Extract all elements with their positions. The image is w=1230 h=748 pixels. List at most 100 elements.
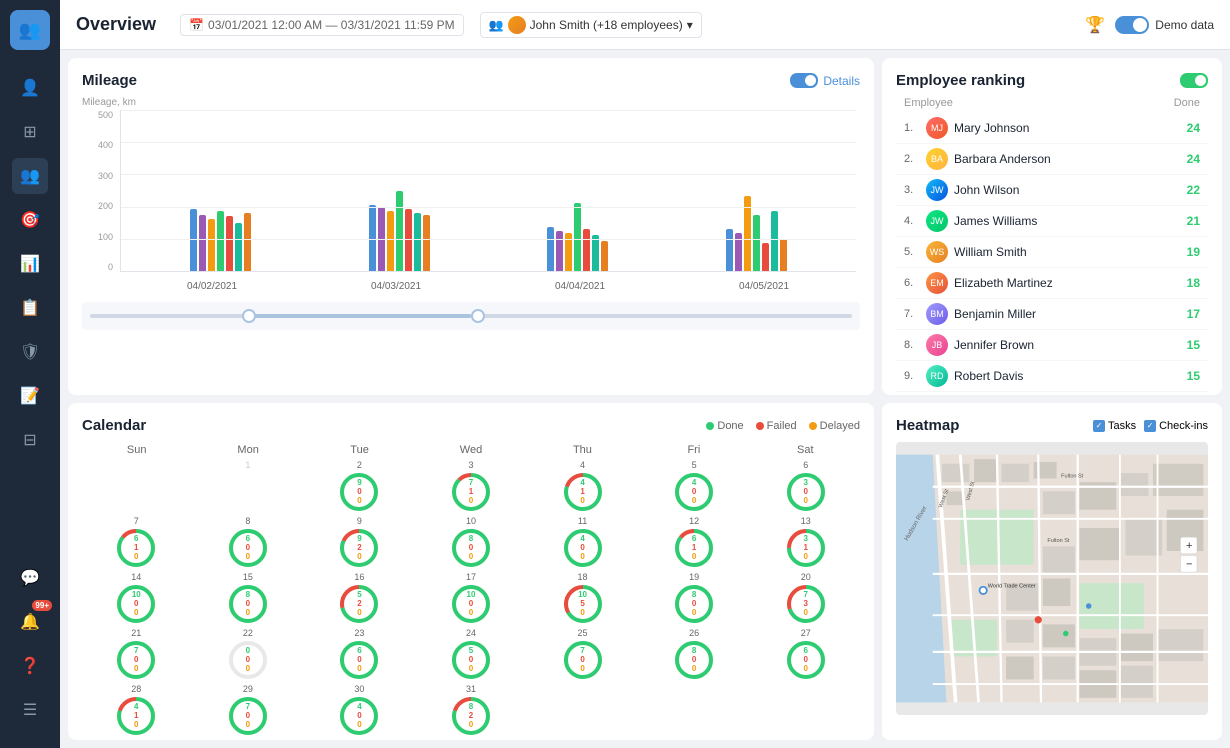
sidebar-item-users[interactable]: 👥 [12,158,48,194]
calendar-cell: 29 7 0 0 [194,684,303,737]
y-tick-500: 500 [98,110,113,120]
cal-header-tue: Tue [305,442,414,458]
legend-failed: Failed [756,420,797,432]
rank-2: 2. [904,153,920,165]
chart-slider[interactable] [82,302,860,330]
sidebar-item-reports[interactable]: 📊 [12,246,48,282]
mileage-card: Mileage Details Mileage, km 500 400 300 … [68,58,874,395]
done-val-8: 15 [1187,338,1200,352]
calendar-cell [751,684,860,737]
user-selector[interactable]: 👥 John Smith (+18 employees) ▾ [480,12,702,38]
cal-header-thu: Thu [528,442,637,458]
calendar-cell: 16 5 2 0 [305,572,414,625]
sidebar-item-notes[interactable]: 📝 [12,378,48,414]
done-val-7: 17 [1187,307,1200,321]
ranking-row-3[interactable]: 3. JW John Wilson 22 [896,175,1208,206]
ranking-row-2[interactable]: 2. BA Barbara Anderson 24 [896,144,1208,175]
sidebar: 👥 👤 ⊞ 👥 🎯 📊 📋 🛡 📝 ⊟ 💬 🔔 99+ ❓ ☰ [0,0,60,748]
legend-done-label: Done [717,420,743,432]
y-tick-300: 300 [98,171,113,181]
ranking-row-7[interactable]: 7. BM Benjamin Miller 17 [896,299,1208,330]
calendar-cell: 18 10 5 0 [528,572,637,625]
ranking-toggle[interactable] [1180,73,1208,88]
bar [547,227,554,271]
bar [378,207,385,271]
calendar-cell: 25 7 0 0 [528,628,637,681]
avatar-1: MJ [926,117,948,139]
y-tick-100: 100 [98,232,113,242]
calendar-cell: 14 10 0 0 [82,572,191,625]
done-val-4: 21 [1187,214,1200,228]
sidebar-item-profile[interactable]: 👤 [12,70,48,106]
calendar-cell: 10 8 0 0 [417,516,526,569]
dashboard-icon: ⊞ [23,122,36,142]
bar [601,241,608,271]
sidebar-item-layers[interactable]: ⊟ [12,422,48,458]
ranking-knob [1195,75,1206,86]
calendar-header: Calendar Done Failed Delayed [82,417,860,434]
ranking-row-9[interactable]: 9. RD Robert Davis 15 [896,361,1208,392]
calendar-cell [528,684,637,737]
legend-done-dot [706,422,714,430]
tasks-checkbox[interactable]: ✓ Tasks [1093,420,1136,432]
calendar-cell: 22 0 0 0 [194,628,303,681]
calendar-cell: 3 7 1 0 [417,460,526,513]
menu-icon: ☰ [23,700,37,720]
help-icon: ❓ [20,656,40,676]
details-knob [805,75,816,86]
calendar-cell: 27 6 0 0 [751,628,860,681]
sidebar-bottom: 💬 🔔 99+ ❓ ☰ [12,560,48,738]
emp-name-4: James Williams [954,214,1181,228]
calendar-grid: Sun Mon Tue Wed Thu Fri Sat [82,442,860,458]
toggle-switch[interactable] [1115,16,1149,34]
slider-handle-left[interactable] [242,309,256,323]
checkins-checkbox[interactable]: ✓ Check-ins [1144,420,1208,432]
date-range-text: 03/01/2021 12:00 AM — 03/31/2021 11:59 P… [208,18,455,32]
legend-failed-dot [756,422,764,430]
ranking-row-8[interactable]: 8. JB Jennifer Brown 15 [896,330,1208,361]
date-range-picker[interactable]: 📅 03/01/2021 12:00 AM — 03/31/2021 11:59… [180,14,464,36]
notifications-icon: 🔔 [20,612,40,632]
done-val-2: 24 [1187,152,1200,166]
sidebar-item-chat[interactable]: 💬 [12,560,48,596]
sidebar-item-shield[interactable]: 🛡 [12,334,48,370]
calendar-cell: 23 6 0 0 [305,628,414,681]
calendar-cell: 4 4 1 0 [528,460,637,513]
col-done: Done [1174,97,1200,109]
sidebar-item-dashboard[interactable]: ⊞ [12,114,48,150]
ranking-row-5[interactable]: 5. WS William Smith 19 [896,237,1208,268]
bar [414,213,421,271]
emp-name-5: William Smith [954,245,1181,259]
notes-icon: 📝 [20,386,40,406]
toggle-knob [1133,18,1147,32]
calendar-cell: 15 8 0 0 [194,572,303,625]
chat-icon: 💬 [20,568,40,588]
calendar-cell: 20 7 3 0 [751,572,860,625]
demo-toggle[interactable]: Demo data [1115,16,1214,34]
ranking-row-10[interactable]: 10. OJ Oliver Jones 14 [896,392,1208,395]
cal-header-fri: Fri [639,442,748,458]
notification-badge: 99+ [32,600,52,611]
ranking-row-4[interactable]: 4. JW James Williams 21 [896,206,1208,237]
bar [771,211,778,271]
ranking-row-6[interactable]: 6. EM Elizabeth Martinez 18 [896,268,1208,299]
bar [405,209,412,271]
tasks-label: Tasks [1108,420,1136,432]
app-logo: 👥 [10,10,50,50]
sidebar-item-menu[interactable]: ☰ [12,692,48,728]
emp-name-8: Jennifer Brown [954,338,1181,352]
avatar-7: BM [926,303,948,325]
calendar-cell: 19 8 0 0 [640,572,749,625]
sidebar-item-notifications[interactable]: 🔔 99+ [12,604,48,640]
details-switch[interactable] [790,73,818,88]
calendar-cell: 31 8 2 0 [417,684,526,737]
slider-handle-right[interactable] [471,309,485,323]
sidebar-item-help[interactable]: ❓ [12,648,48,684]
sidebar-item-targets[interactable]: 🎯 [12,202,48,238]
employee-ranking-card: Employee ranking Employee Done 1. MJ Mar… [882,58,1222,395]
calendar-title: Calendar [82,417,146,434]
sidebar-item-clipboard[interactable]: 📋 [12,290,48,326]
details-toggle[interactable]: Details [790,73,860,88]
calendar-cell: 21 7 0 0 [82,628,191,681]
ranking-row-1[interactable]: 1. MJ Mary Johnson 24 [896,113,1208,144]
